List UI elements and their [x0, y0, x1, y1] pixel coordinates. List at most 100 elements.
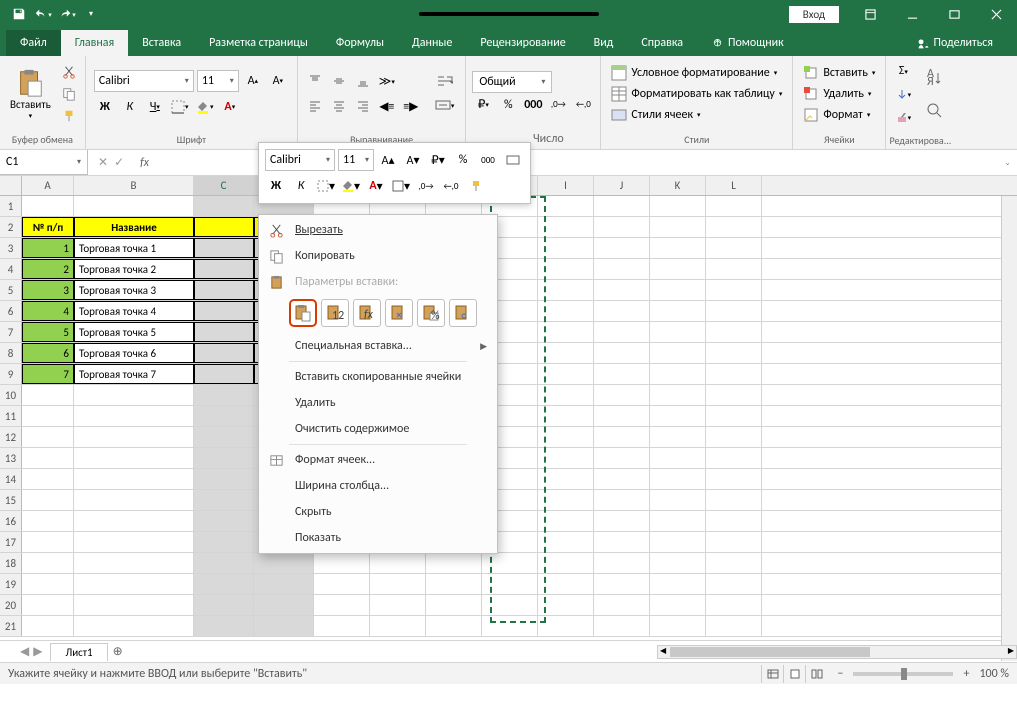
- cell[interactable]: [194, 301, 254, 321]
- cell[interactable]: [650, 343, 706, 363]
- cell[interactable]: [314, 616, 370, 636]
- cell[interactable]: [706, 553, 762, 573]
- cell[interactable]: [74, 595, 194, 615]
- row-header[interactable]: 4: [0, 259, 22, 279]
- cell[interactable]: [594, 469, 650, 489]
- cell[interactable]: [370, 553, 426, 573]
- cell[interactable]: [706, 469, 762, 489]
- cell[interactable]: [22, 448, 74, 468]
- cm-paste-special[interactable]: Специальная вставка...▶: [259, 333, 497, 359]
- cell[interactable]: [370, 616, 426, 636]
- mini-merge[interactable]: [502, 149, 524, 171]
- cell[interactable]: [74, 616, 194, 636]
- cell[interactable]: [22, 511, 74, 531]
- cm-cut[interactable]: Вырезать: [259, 217, 497, 243]
- accounting-format-button[interactable]: ₽▾: [472, 94, 494, 116]
- paste-option-formulas[interactable]: fx: [353, 299, 381, 327]
- cell[interactable]: [594, 595, 650, 615]
- cell[interactable]: Торговая точка 2: [74, 259, 194, 279]
- delete-cells-button[interactable]: Удалить▾: [799, 84, 879, 104]
- cell[interactable]: [194, 364, 254, 384]
- cell[interactable]: [370, 574, 426, 594]
- row-header[interactable]: 9: [0, 364, 22, 384]
- tab-view[interactable]: Вид: [580, 30, 628, 56]
- cell[interactable]: [370, 595, 426, 615]
- mini-borders[interactable]: ▾: [315, 175, 337, 197]
- cell[interactable]: [706, 532, 762, 552]
- cell[interactable]: [194, 616, 254, 636]
- cell[interactable]: [194, 595, 254, 615]
- row-header[interactable]: 13: [0, 448, 22, 468]
- cell[interactable]: [650, 280, 706, 300]
- tab-home[interactable]: Главная: [61, 30, 128, 56]
- save-button[interactable]: [8, 3, 30, 25]
- mini-bold[interactable]: Ж: [265, 175, 287, 197]
- cell[interactable]: [426, 616, 482, 636]
- cell[interactable]: [538, 490, 594, 510]
- cell[interactable]: [594, 238, 650, 258]
- cell[interactable]: [74, 427, 194, 447]
- cell[interactable]: [314, 553, 370, 573]
- cell[interactable]: [594, 553, 650, 573]
- align-middle-button[interactable]: [328, 70, 350, 92]
- cell[interactable]: [194, 280, 254, 300]
- cell[interactable]: [74, 532, 194, 552]
- cell[interactable]: [538, 406, 594, 426]
- mini-fillcolor[interactable]: ▾: [340, 175, 362, 197]
- italic-button[interactable]: К: [119, 96, 141, 118]
- cell[interactable]: [74, 385, 194, 405]
- cell[interactable]: [594, 448, 650, 468]
- fx-icon[interactable]: fx: [134, 156, 155, 170]
- cell[interactable]: [706, 322, 762, 342]
- cell[interactable]: [22, 532, 74, 552]
- cancel-formula-button[interactable]: ✕: [98, 155, 108, 170]
- autosum-button[interactable]: Σ▾: [892, 60, 914, 82]
- number-format-combo[interactable]: Общий▾: [472, 71, 552, 93]
- cell[interactable]: [650, 490, 706, 510]
- mini-dec-decimal[interactable]: ←,0: [440, 175, 462, 197]
- cell[interactable]: 7: [22, 364, 74, 384]
- increase-indent-button[interactable]: ≡▶: [400, 95, 422, 117]
- cell[interactable]: [706, 574, 762, 594]
- cell[interactable]: [22, 406, 74, 426]
- tab-insert[interactable]: Вставка: [128, 30, 195, 56]
- cell-styles-button[interactable]: Стили ячеек▾: [607, 105, 786, 125]
- cell[interactable]: [482, 616, 538, 636]
- row-header[interactable]: 15: [0, 490, 22, 510]
- row-header[interactable]: 2: [0, 217, 22, 237]
- row-header[interactable]: 10: [0, 385, 22, 405]
- row-header[interactable]: 11: [0, 406, 22, 426]
- cell[interactable]: [594, 259, 650, 279]
- cell[interactable]: [538, 532, 594, 552]
- paste-option-values[interactable]: 123: [321, 299, 349, 327]
- new-sheet-button[interactable]: ⊕: [108, 644, 128, 659]
- cm-hide[interactable]: Скрыть: [259, 499, 497, 525]
- cell[interactable]: [538, 259, 594, 279]
- font-size-combo[interactable]: 11▾: [197, 70, 239, 92]
- cell[interactable]: [22, 385, 74, 405]
- wrap-text-button[interactable]: [430, 71, 460, 93]
- cell[interactable]: [22, 469, 74, 489]
- font-color-button[interactable]: A▾: [219, 96, 241, 118]
- mini-format-painter[interactable]: [465, 175, 487, 197]
- column-header[interactable]: C: [194, 176, 254, 195]
- mini-decrease-font[interactable]: A▾: [402, 149, 424, 171]
- cell[interactable]: [706, 385, 762, 405]
- cell[interactable]: [650, 322, 706, 342]
- cell[interactable]: [22, 553, 74, 573]
- cell[interactable]: Торговая точка 4: [74, 301, 194, 321]
- tab-review[interactable]: Рецензирование: [466, 30, 579, 56]
- cell[interactable]: [538, 280, 594, 300]
- row-header[interactable]: 5: [0, 280, 22, 300]
- cell[interactable]: [650, 532, 706, 552]
- tab-file[interactable]: Файл: [6, 30, 61, 56]
- cell[interactable]: [194, 511, 254, 531]
- cell[interactable]: [194, 322, 254, 342]
- cell[interactable]: [594, 406, 650, 426]
- row-header[interactable]: 7: [0, 322, 22, 342]
- format-cells-button[interactable]: Формат▾: [799, 105, 879, 125]
- cell[interactable]: Торговая точка 3: [74, 280, 194, 300]
- cell[interactable]: [650, 448, 706, 468]
- cell[interactable]: Торговая точка 1: [74, 238, 194, 258]
- merge-button[interactable]: ▾: [430, 94, 460, 116]
